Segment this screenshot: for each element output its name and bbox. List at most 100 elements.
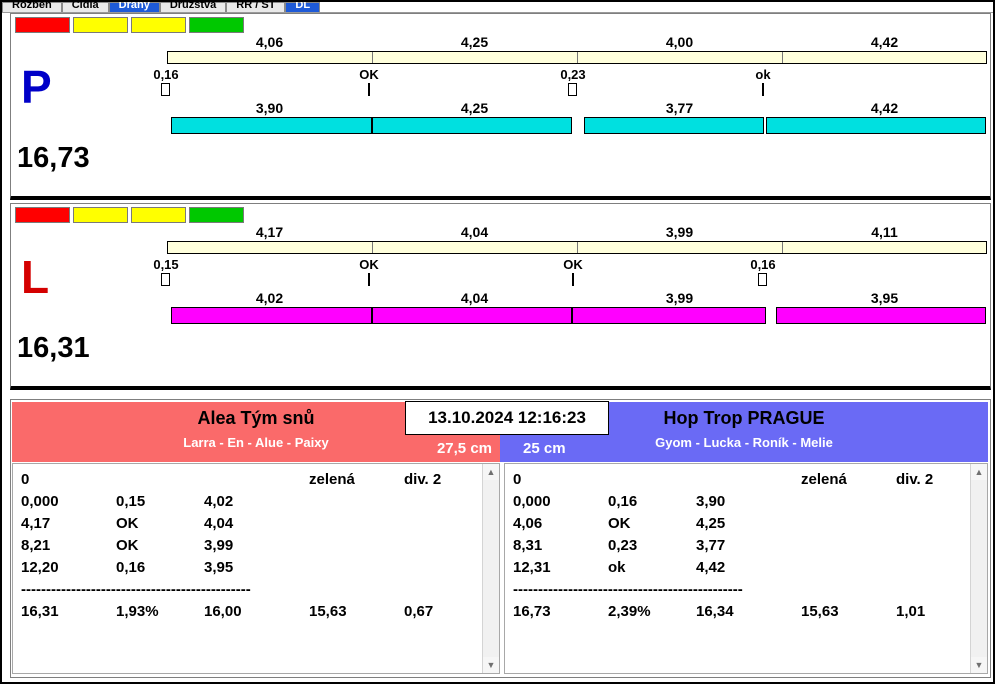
light-yellow-icon <box>73 207 128 223</box>
split-time: 3,99 <box>665 224 694 240</box>
run-segment <box>584 117 764 134</box>
change-check-label: 0,15 <box>153 257 179 272</box>
split-time: 4,42 <box>870 34 899 50</box>
scroll-up-icon[interactable]: ▲ <box>483 464 499 480</box>
scroll-down-icon[interactable]: ▼ <box>971 657 987 673</box>
tab-cidla[interactable]: Čidla <box>61 2 109 12</box>
gate-check: 0,16 <box>116 559 146 576</box>
timeline-track <box>167 51 987 64</box>
official-times-row: 4,02 4,04 3,99 3,95 <box>167 290 987 306</box>
tab-label: Čidla <box>71 2 99 11</box>
checkpoint-line-marker <box>368 273 370 286</box>
run-segment <box>372 307 572 324</box>
gate-check: OK <box>116 515 139 532</box>
official-times-row: 3,90 4,25 3,77 4,42 <box>167 100 987 116</box>
run-bar <box>167 307 989 324</box>
clean-time: 16,34 <box>696 603 734 620</box>
run-segment <box>572 307 766 324</box>
status-lights <box>15 207 244 223</box>
split-time: 3,77 <box>665 100 694 116</box>
run-segment <box>372 117 572 134</box>
loss-percent: 1,93% <box>116 603 159 620</box>
light-red-icon <box>15 17 70 33</box>
scrollbar[interactable]: ▲ ▼ <box>482 464 499 673</box>
checkpoint-line-marker <box>368 83 370 96</box>
division-label: div. 2 <box>404 471 442 488</box>
change-check-row: 0,16 OK 0,23 ok <box>153 67 987 82</box>
gate-check: OK <box>116 537 139 554</box>
teams-section: Alea Tým snů Larra - En - Alue - Paixy 2… <box>10 399 991 678</box>
change-check-label: ok <box>755 67 771 82</box>
scroll-down-icon[interactable]: ▼ <box>483 657 499 673</box>
cum-time: 8,31 <box>513 537 543 554</box>
change-check-label: 0,23 <box>560 67 586 82</box>
track-divider <box>782 52 783 63</box>
timing-app-window: Rozběh Čidla Dráhy Družstva RR / ST DL 4… <box>0 0 995 684</box>
track-divider <box>372 52 373 63</box>
cum-time: 0,000 <box>21 493 59 510</box>
tab-bar: Rozběh Čidla Dráhy Družstva RR / ST DL <box>2 2 993 13</box>
lane-letter: L <box>21 251 50 303</box>
lane-panel-left: 4,17 4,04 3,99 4,11 0,15 OK OK 0,16 4,02… <box>10 203 991 390</box>
split-time: 4,06 <box>255 34 284 50</box>
checkpoint-square-marker <box>161 83 170 96</box>
run-segment <box>766 117 986 134</box>
change-check-row: 0,15 OK OK 0,16 <box>153 257 987 272</box>
tab-rozbeh[interactable]: Rozběh <box>2 2 62 12</box>
gate-check: 0,15 <box>116 493 146 510</box>
datetime-display: 13.10.2024 12:16:23 <box>405 401 609 435</box>
split-time: 3,77 <box>696 537 726 554</box>
split-time: 3,90 <box>696 493 726 510</box>
checkpoint-line-marker <box>572 273 574 286</box>
separator-line: ----------------------------------------… <box>513 581 743 598</box>
split-time: 4,25 <box>696 515 726 532</box>
tab-drahy[interactable]: Dráhy <box>108 2 160 12</box>
team-members: Gyom - Lucka - Roník - Melie <box>655 435 833 450</box>
split-time: 4,02 <box>204 493 234 510</box>
track-divider <box>577 242 578 253</box>
split-time: 3,90 <box>255 100 284 116</box>
cum-time: 8,21 <box>21 537 51 554</box>
light-yellow-icon <box>131 207 186 223</box>
tab-rr-st[interactable]: RR / ST <box>226 2 286 12</box>
change-check-label: 0,16 <box>153 67 179 82</box>
split-time: 4,11 <box>871 224 898 240</box>
checkpoint-line-marker <box>762 83 764 96</box>
split-time: 4,02 <box>255 290 284 306</box>
diff-time: 1,01 <box>896 603 926 620</box>
scroll-up-icon[interactable]: ▲ <box>971 464 987 480</box>
jump-height: 27,5 cm <box>436 440 492 457</box>
split-time: 4,04 <box>460 290 489 306</box>
checkpoint-markers <box>161 83 987 98</box>
run-segment <box>171 117 372 134</box>
lane-total-time: 16,31 <box>17 332 90 364</box>
scrollbar[interactable]: ▲ ▼ <box>970 464 987 673</box>
diff-time: 0,67 <box>404 603 434 620</box>
total-time: 16,31 <box>21 603 59 620</box>
split-time: 4,25 <box>460 100 489 116</box>
separator-line: ----------------------------------------… <box>21 581 251 598</box>
cum-time: 0,000 <box>513 493 551 510</box>
tab-label: RR / ST <box>236 2 276 11</box>
lane-total-time: 16,73 <box>17 142 90 174</box>
change-check-label: 0,16 <box>750 257 776 272</box>
split-time: 3,95 <box>870 290 899 306</box>
tab-label: DL <box>295 2 311 11</box>
split-time: 4,42 <box>870 100 899 116</box>
light-yellow-icon <box>131 17 186 33</box>
start-value: 0 <box>21 471 30 488</box>
run-segment <box>171 307 372 324</box>
gate-check: 0,16 <box>608 493 638 510</box>
tab-label: Rozběh <box>12 2 52 11</box>
cum-time: 12,31 <box>513 559 551 576</box>
track-divider <box>372 242 373 253</box>
results-table-left[interactable]: 0 zelená div. 2 0,000 0,15 4,02 4,17 OK … <box>12 463 500 674</box>
tab-druzstva[interactable]: Družstva <box>159 2 227 12</box>
results-table-right[interactable]: 0 zelená div. 2 0,000 0,16 3,90 4,06 OK … <box>504 463 988 674</box>
tab-dl[interactable]: DL <box>285 2 321 12</box>
split-time: 4,25 <box>460 34 489 50</box>
record-time: 15,63 <box>801 603 839 620</box>
checkpoint-square-marker <box>161 273 170 286</box>
checkpoint-square-marker <box>758 273 767 286</box>
change-check-label: OK <box>563 257 583 272</box>
